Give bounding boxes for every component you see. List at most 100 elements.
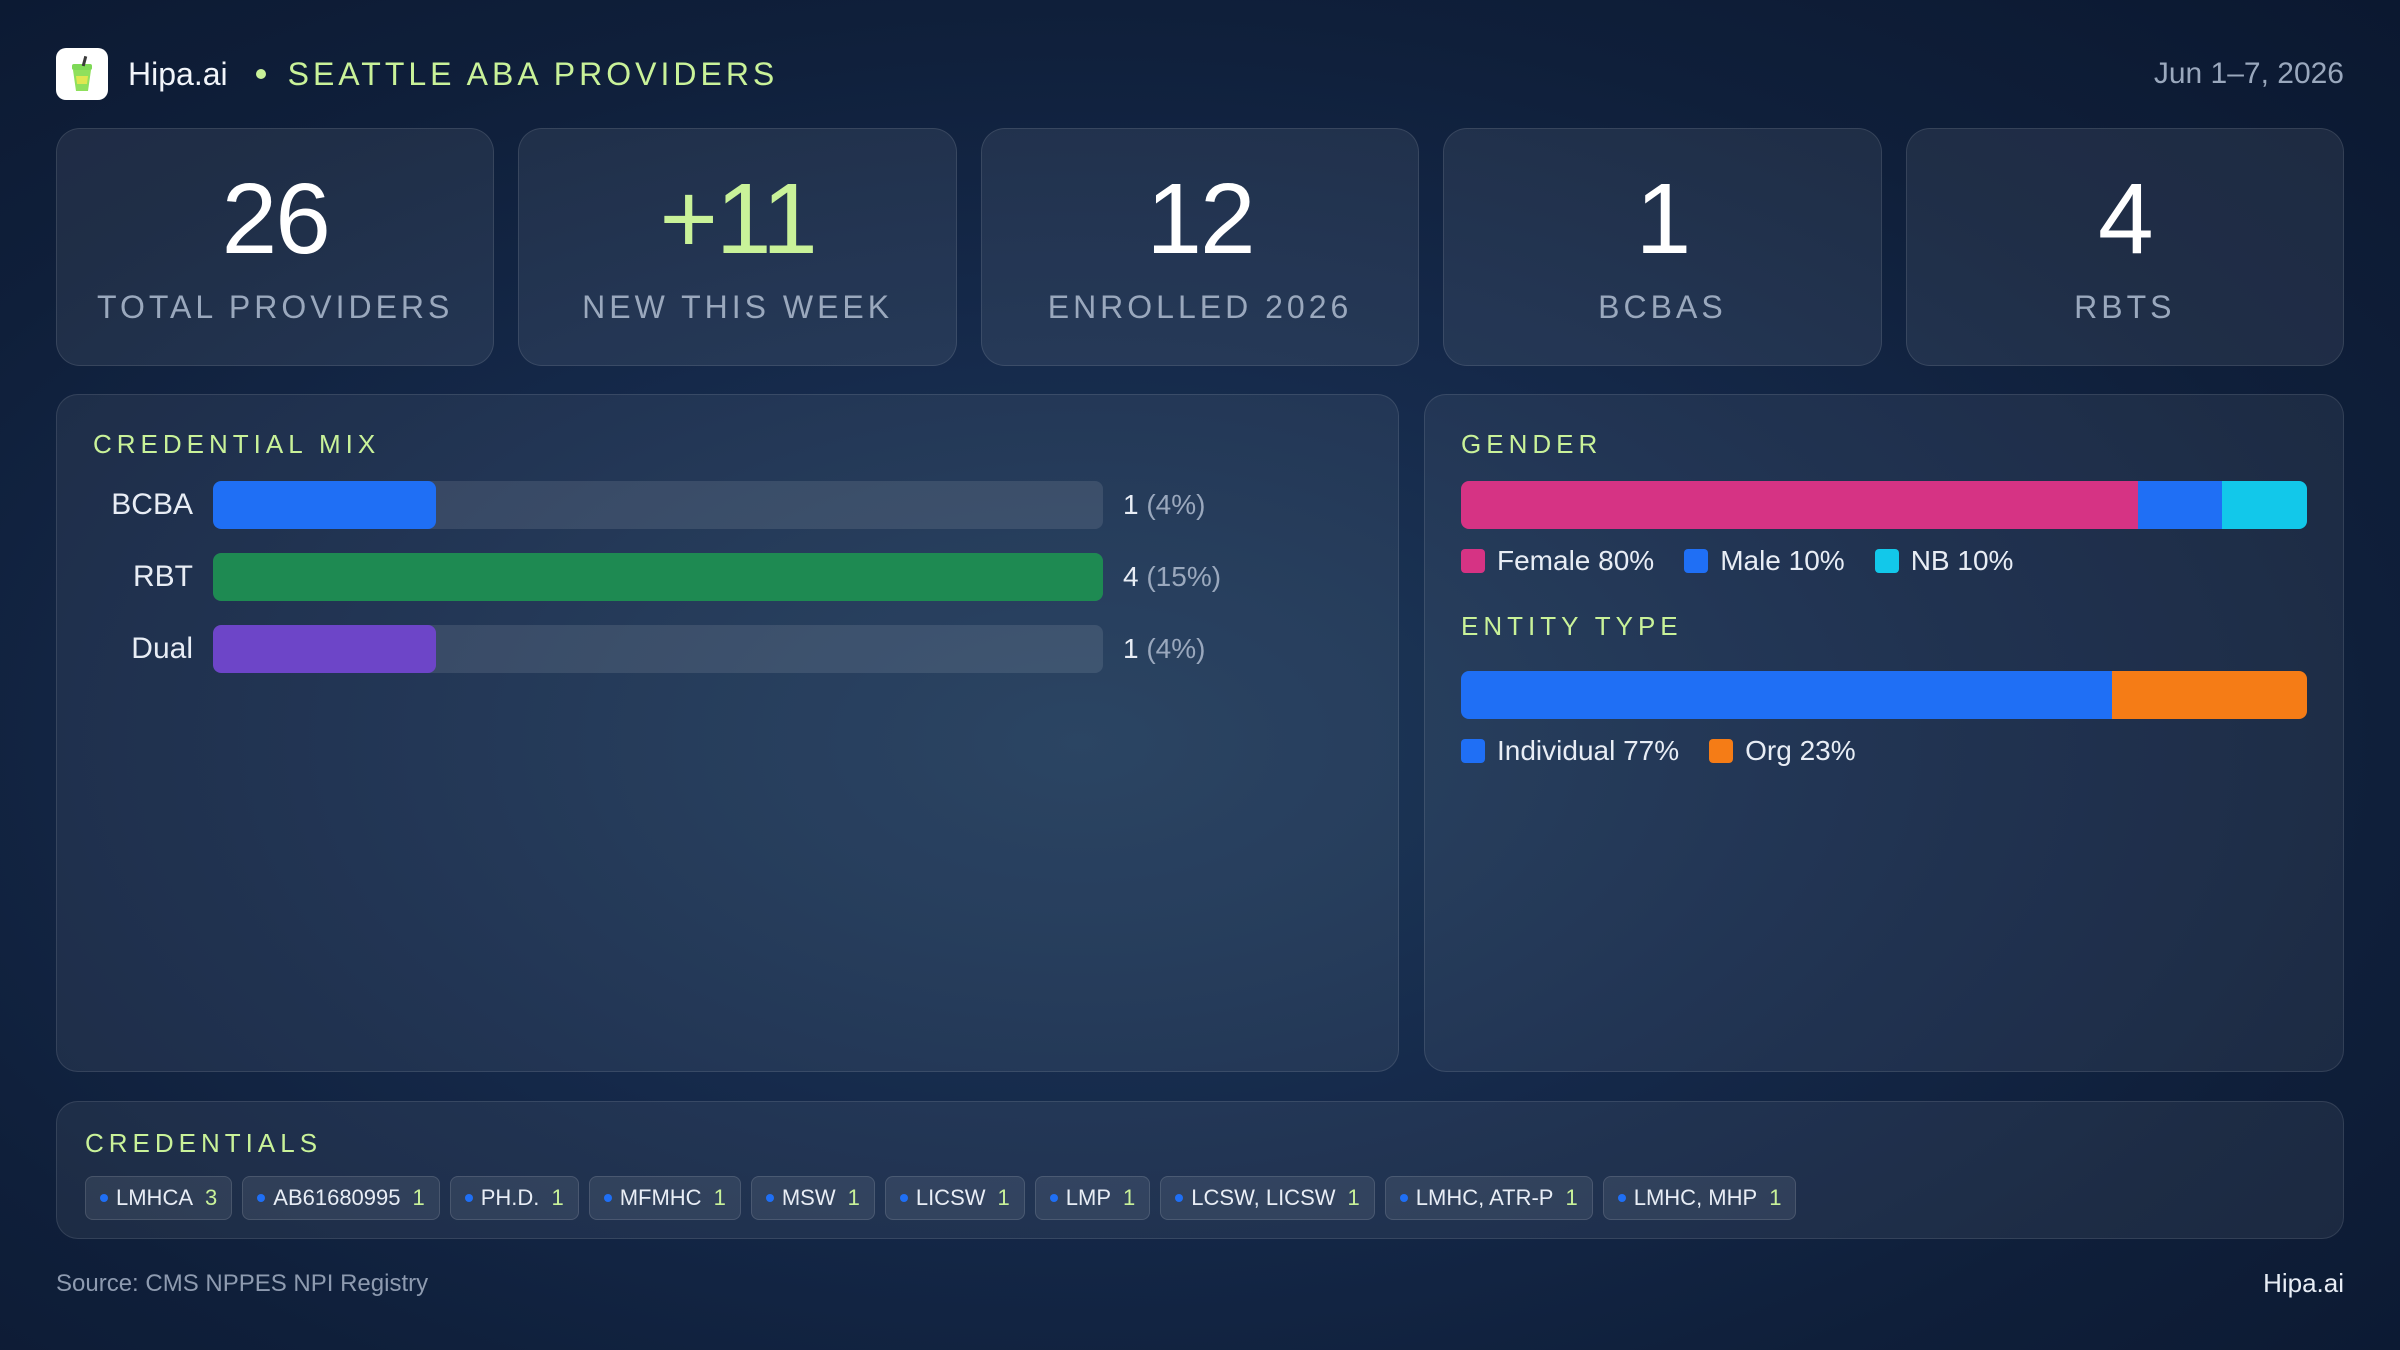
legend-label: Male 10% [1720,545,1845,576]
chip-label: LMP [1065,1185,1112,1210]
legend-swatch [1684,549,1709,573]
separator-dot [255,69,266,79]
chip-label: MFMHC [619,1185,702,1210]
credentials-panel: CREDENTIALS LMHCA 3 AB61680995 1 PH.D. 1 MFMHC… [56,1101,2344,1239]
bar-track [213,481,1103,529]
stat-card-rbts: 4 RBTS [1905,128,2345,366]
legend-item: Individual 77% [1461,735,1679,767]
credential-chip: PH.D. 1 [449,1176,579,1220]
bar-value: 4 (15%) [1123,553,1221,601]
legend-swatch [1461,739,1485,763]
legend-item: Male 10% [1684,545,1845,577]
panel-title: CREDENTIAL MIX [93,429,381,459]
legend-swatch [1709,739,1734,763]
gender-stacked-bar [1461,481,2307,529]
stat-label: RBTS [2074,288,2176,325]
legend-item: Female 80% [1461,545,1654,577]
entity-type-title: ENTITY TYPE [1461,611,1683,641]
chip-label: MSW [781,1185,836,1210]
credential-mix-panel: CREDENTIAL MIX BCBA 1 (4%) RBT 4 (15%) D… [56,394,1399,1072]
header: Hipa.ai SEATTLE ABA PROVIDERS Jun 1–7, 2… [56,46,2344,102]
bar-percent: (15%) [1146,561,1222,592]
bar-fill [213,553,1103,601]
bar-fill [213,481,436,529]
date-range: Jun 1–7, 2026 [2153,57,2344,90]
bar-label: Dual [131,632,193,665]
chip-dot-icon [464,1194,473,1202]
stat-label: ENROLLED 2026 [1047,288,1353,325]
bar-count: 1 [1123,633,1139,664]
chip-count: 3 [205,1185,218,1210]
bar-count: 4 [1123,561,1139,592]
legend-label: Org 23% [1745,735,1856,766]
drink-cup-icon [56,48,108,100]
stat-value: 12 [1146,162,1255,275]
gender-title: GENDER [1461,429,1603,459]
legend-label: NB 10% [1910,545,2014,576]
footer-brand: Hipa.ai [2263,1268,2344,1298]
bar-value: 1 (4%) [1123,481,1205,529]
chip-count: 1 [1123,1185,1136,1210]
panel-title: CREDENTIALS [85,1128,323,1158]
brand-name: Hipa.ai [128,55,228,92]
credential-chip: LMHC, MHP 1 [1602,1176,1797,1220]
chip-label: AB61680995 [273,1185,401,1210]
chip-dot-icon [899,1194,908,1202]
chip-label: LMHCA [116,1185,194,1210]
gender-segment [2222,481,2307,529]
chip-dot-icon [765,1194,774,1202]
credential-chip: LICSW 1 [884,1176,1025,1220]
stat-card-total-providers: 26 TOTAL PROVIDERS [56,128,495,366]
dashboard-title: SEATTLE ABA PROVIDERS [287,55,779,92]
stat-value: 26 [221,162,331,275]
entity-type-segment [2112,671,2307,719]
legend-label: Female 80% [1497,545,1655,576]
credential-chip: AB61680995 1 [242,1176,440,1220]
credential-bar-row: Dual 1 (4%) [57,625,1398,673]
chip-dot-icon [603,1194,612,1202]
chip-dot-icon [1617,1194,1626,1202]
bar-fill [213,625,436,673]
chip-label: LMHC, ATR-P [1415,1185,1554,1210]
stat-label: NEW THIS WEEK [582,288,894,325]
chip-dot-icon [1175,1194,1184,1202]
credential-bar-row: RBT 4 (15%) [57,553,1398,601]
credential-chip-list: LMHCA 3 AB61680995 1 PH.D. 1 MFMHC 1 MSW 1 LICSW 1 L… [85,1176,1797,1220]
chip-dot-icon [1049,1194,1058,1202]
gender-segment [2137,481,2223,529]
chip-count: 1 [1769,1185,1782,1210]
stats-row: 26 TOTAL PROVIDERS +11 NEW THIS WEEK 12 … [56,128,2345,366]
chip-label: LICSW [915,1185,986,1210]
chip-label: LCSW, LICSW [1191,1185,1336,1210]
bar-percent: (4%) [1146,489,1206,520]
credential-chip: LCSW, LICSW 1 [1160,1176,1375,1220]
legend-label: Individual 77% [1497,735,1680,766]
stat-label: TOTAL PROVIDERS [97,288,454,325]
credential-chip: MSW 1 [750,1176,875,1220]
entity-type-stacked-bar [1461,671,2307,719]
gender-segment [1461,481,2138,529]
credential-chip: LMHC, ATR-P 1 [1384,1176,1593,1220]
bar-percent: (4%) [1146,633,1206,664]
chip-count: 1 [551,1185,564,1210]
demographics-panel: GENDER Female 80% Male 10% NB 10% ENTITY T… [1424,394,2344,1072]
chip-count: 1 [847,1185,860,1210]
credential-chip: LMP 1 [1034,1176,1151,1220]
chip-count: 1 [1347,1185,1360,1210]
bar-track [213,553,1103,601]
stat-label: BCBAS [1598,288,1727,325]
legend-swatch [1874,549,1899,573]
chip-label: PH.D. [480,1185,540,1210]
chip-count: 1 [412,1185,425,1210]
chip-count: 1 [997,1185,1010,1210]
chip-dot-icon [100,1194,108,1202]
chip-label: LMHC, MHP [1633,1185,1758,1210]
chip-count: 1 [1565,1185,1578,1210]
bar-label: BCBA [111,488,193,521]
stat-value: +11 [659,162,818,275]
legend-swatch [1461,549,1485,573]
credential-bar-row: BCBA 1 (4%) [57,481,1398,529]
chip-dot-icon [1399,1194,1408,1202]
legend-item: Org 23% [1709,735,1856,767]
source-note: Source: CMS NPPES NPI Registry [56,1270,429,1297]
